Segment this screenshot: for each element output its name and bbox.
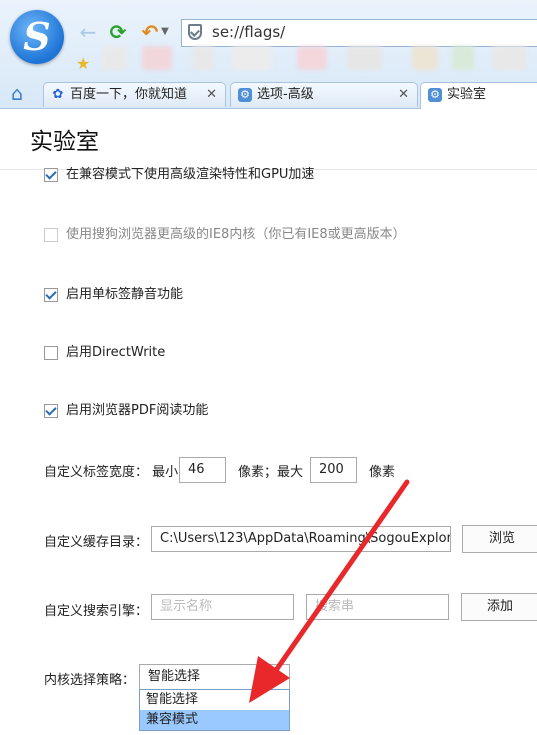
kernel-select[interactable]: 智能选择 ▲ [139, 664, 290, 690]
option-label: 使用搜狗浏览器更高级的IE8内核（你已有IE8或更高版本） [66, 227, 406, 242]
chevron-down-icon[interactable]: ▼ [160, 20, 170, 44]
gear-icon: ⚙ [238, 88, 252, 102]
tab-width-max-label: 像素；最大 [238, 465, 304, 480]
tab-baidu[interactable]: ✿ 百度一下，你就知道 ✕ [43, 82, 226, 107]
option-gpu-accel[interactable]: 在兼容模式下使用高级渲染特性和GPU加速 [44, 163, 314, 182]
checkbox[interactable] [44, 345, 58, 360]
tab-width-label: 自定义标签宽度： 最小 [44, 465, 179, 480]
option-ie8-kernel: 使用搜狗浏览器更高级的IE8内核（你已有IE8或更高版本） [44, 223, 406, 242]
annotation-arrow [249, 479, 410, 703]
kernel-option-compat[interactable]: 兼容模式 [140, 710, 289, 730]
option-label: 在兼容模式下使用高级渲染特性和GPU加速 [66, 167, 315, 182]
gear-icon: ⚙ [428, 88, 442, 102]
option-tab-mute[interactable]: 启用单标签静音功能 [44, 283, 183, 302]
chevron-down-icon[interactable]: ▲ [276, 665, 283, 689]
search-url-input[interactable]: 搜索串 [306, 594, 449, 620]
logo-glyph: S [23, 14, 51, 59]
checkbox [44, 227, 58, 242]
blurred-bookmarks-bar [82, 44, 537, 74]
tab-bar: ⌂ ✿ 百度一下，你就知道 ✕ ⚙ 选项-高级 ✕ ⚙ 实验室 [0, 80, 537, 109]
tab-label: 实验室 [447, 87, 487, 102]
browse-button[interactable]: 浏览 [462, 525, 537, 553]
cache-dir-label: 自定义缓存目录： [44, 535, 149, 550]
close-icon[interactable]: ✕ [398, 83, 409, 107]
close-icon[interactable]: ✕ [206, 83, 217, 107]
browser-toolbar: S ← ⟳ ↶ ▼ se://flags/ ★ ⌂ ✿ 百度一下，你就知道 ✕ … [0, 0, 537, 109]
sogou-logo[interactable]: S [10, 10, 64, 64]
tab-lab[interactable]: ⚙ 实验室 [420, 82, 537, 109]
cache-dir-input[interactable]: C:\Users\123\AppData\Roaming\SogouExplor… [151, 526, 451, 552]
tab-width-unit: 像素 [369, 465, 396, 480]
option-label: 启用浏览器PDF阅读功能 [66, 403, 209, 418]
search-engine-label: 自定义搜索引擎： [44, 604, 149, 619]
refresh-icon[interactable]: ⟳ [106, 20, 130, 44]
shield-icon [188, 24, 202, 40]
tab-label: 选项-高级 [257, 87, 314, 102]
tab-width-max-input[interactable]: 200 [310, 457, 357, 483]
back-arrow-icon[interactable]: ← [76, 20, 100, 44]
address-bar[interactable]: se://flags/ [181, 19, 537, 47]
kernel-dropdown-list[interactable]: 智能选择 兼容模式 [139, 689, 290, 731]
undo-icon[interactable]: ↶ [138, 20, 162, 44]
checkbox[interactable] [44, 167, 58, 182]
kernel-select-value: 智能选择 [148, 669, 201, 684]
checkbox[interactable] [44, 287, 58, 302]
address-input[interactable]: se://flags/ [212, 23, 285, 41]
tab-width-min-input[interactable]: 46 [179, 457, 226, 483]
option-label: 启用DirectWrite [66, 345, 166, 360]
checkbox[interactable] [44, 403, 58, 418]
option-directwrite[interactable]: 启用DirectWrite [44, 341, 165, 360]
option-label: 启用单标签静音功能 [66, 287, 184, 302]
kernel-option-smart[interactable]: 智能选择 [140, 690, 289, 710]
tab-options-advanced[interactable]: ⚙ 选项-高级 ✕ [230, 82, 418, 107]
tab-label: 百度一下，你就知道 [70, 87, 188, 102]
paw-icon: ✿ [52, 87, 64, 102]
option-pdf-reader[interactable]: 启用浏览器PDF阅读功能 [44, 399, 208, 418]
kernel-policy-label: 内核选择策略： [44, 673, 136, 688]
arrow-shaft [269, 479, 410, 679]
page-title: 实验室 [30, 129, 99, 155]
home-icon[interactable]: ⌂ [11, 84, 23, 104]
add-button[interactable]: 添加 [461, 593, 537, 621]
search-name-input[interactable]: 显示名称 [151, 594, 294, 620]
